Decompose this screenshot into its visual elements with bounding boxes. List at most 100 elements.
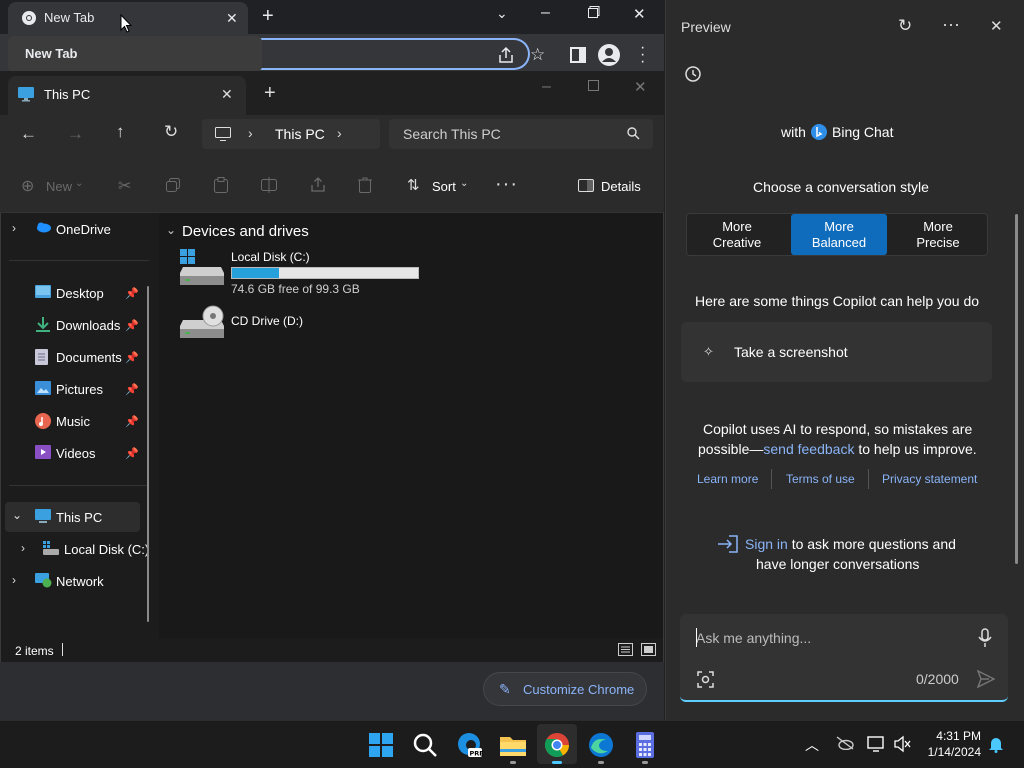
chevron-right-icon[interactable]: › [12,573,16,587]
profile-avatar[interactable] [598,44,620,66]
history-icon[interactable] [684,65,702,83]
address-bar[interactable]: › This PC › [202,119,380,149]
restore-icon[interactable] [588,6,600,18]
pin-icon[interactable]: 📌 [125,415,139,428]
search-icon[interactable] [408,728,442,762]
up-arrow-icon[interactable]: ↑ [116,122,125,142]
pin-icon[interactable]: 📌 [125,383,139,396]
chat-input-box[interactable]: Ask me anything... 0/2000 [680,614,1008,702]
close-tab-icon[interactable]: ✕ [221,86,233,103]
breadcrumb-this-pc[interactable]: This PC [275,126,325,142]
explorer-tab-this-pc[interactable]: This PC ✕ [8,76,246,115]
minimize-icon[interactable]: – [541,4,550,22]
new-tab-icon[interactable]: + [262,5,274,28]
chevron-down-icon[interactable]: ⌄ [166,223,176,237]
pin-icon[interactable]: 📌 [125,287,139,300]
file-explorer-icon[interactable] [496,728,530,762]
sidebar-item-desktop[interactable]: Desktop 📌 [1,279,141,307]
share-icon[interactable] [497,46,515,64]
style-precise-button[interactable]: More Precise [890,214,986,255]
sidebar-item-onedrive[interactable]: › OneDrive [1,215,141,243]
details-button[interactable]: Details [601,179,641,194]
privacy-statement-link[interactable]: Privacy statement [882,472,977,486]
drive-usage-fill [232,268,279,278]
style-creative-button[interactable]: More Creative [689,214,785,255]
chevron-down-icon[interactable]: ⌄ [12,508,22,522]
sign-in-link[interactable]: Sign in [745,536,788,552]
forward-arrow-icon[interactable]: → [67,124,84,144]
start-windows-icon[interactable] [364,728,398,762]
omnibox[interactable] [255,38,530,70]
chrome-menu-icon[interactable]: · · · [640,40,645,70]
new-button[interactable]: New [46,179,72,194]
more-options-icon[interactable]: ··· [495,173,518,196]
network-ethernet-icon[interactable] [867,735,887,753]
sidebar-item-downloads[interactable]: Downloads 📌 [1,311,141,339]
tab-search-icon[interactable]: ⌄ [496,5,508,22]
sidebar-item-local-disk[interactable]: › Local Disk (C:) [1,535,149,563]
send-icon[interactable] [977,670,995,688]
maximize-icon[interactable] [588,80,599,91]
close-pane-icon[interactable]: ✕ [990,17,1003,35]
customize-chrome-button[interactable]: ✎ Customize Chrome [483,672,647,706]
delete-icon[interactable] [358,177,372,193]
back-arrow-icon[interactable]: ← [20,124,37,144]
microphone-icon[interactable] [978,628,992,648]
pane-scrollbar[interactable] [1015,214,1018,564]
search-input[interactable]: Search This PC [403,126,501,142]
pin-icon[interactable]: 📌 [125,351,139,364]
bookmark-star-icon[interactable]: ☆ [530,45,545,65]
search-box[interactable]: Search This PC [389,119,653,149]
edge-icon[interactable] [584,728,618,762]
large-icons-view-icon[interactable] [641,643,656,656]
volume-muted-icon[interactable] [893,735,911,753]
paste-icon[interactable] [214,177,228,193]
new-tab-icon[interactable]: + [264,82,276,105]
chat-input[interactable]: Ask me anything... [696,630,811,646]
pin-icon[interactable]: 📌 [125,447,139,460]
show-hidden-icons-chevron-icon[interactable]: ︿ [805,735,819,755]
sidebar-item-network[interactable]: › Network [1,567,141,595]
details-view-icon[interactable] [618,643,633,656]
sidebar-item-this-pc[interactable]: ⌄ This PC [5,502,140,532]
drive-item-c[interactable]: Local Disk (C:) 74.6 GB free of 99.3 GB [179,249,429,297]
sidebar-item-documents[interactable]: Documents 📌 [1,343,141,371]
learn-more-link[interactable]: Learn more [697,472,758,486]
cut-icon[interactable]: ✂ [118,176,131,196]
refresh-icon[interactable]: ↻ [164,122,178,142]
refresh-icon[interactable]: ↻ [898,16,912,36]
sidebar-item-music[interactable]: Music 📌 [1,407,141,435]
side-panel-icon[interactable] [570,47,586,63]
share-icon[interactable] [310,177,326,193]
chevron-right-icon[interactable]: › [21,541,25,555]
breadcrumb-chevron-icon[interactable]: › [337,125,342,141]
sort-button[interactable]: Sort [432,179,456,194]
suggestion-take-screenshot[interactable]: ✧ Take a screenshot [681,322,992,382]
chrome-icon[interactable] [540,728,574,762]
minimize-icon[interactable]: – [542,78,551,96]
rename-icon[interactable] [261,177,277,193]
sidebar-item-pictures[interactable]: Pictures 📌 [1,375,141,403]
breadcrumb-chevron-icon[interactable]: › [248,125,253,141]
onedrive-offline-icon[interactable] [836,736,854,750]
close-window-icon[interactable]: ✕ [633,5,646,23]
terms-of-use-link[interactable]: Terms of use [786,472,855,486]
close-window-icon[interactable]: ✕ [634,78,647,96]
notification-bell-icon[interactable] [988,736,1004,753]
more-options-icon[interactable]: ··· [942,14,960,35]
copy-icon[interactable] [166,178,180,192]
clock-date[interactable]: 1/14/2024 [922,745,981,759]
clock-time[interactable]: 4:31 PM [926,729,981,743]
pin-icon[interactable]: 📌 [125,319,139,332]
sidebar-scrollbar[interactable] [147,286,149,622]
screenshot-capture-icon[interactable] [697,671,714,688]
send-feedback-link[interactable]: send feedback [763,441,854,457]
sidebar-item-videos[interactable]: Videos 📌 [1,439,141,467]
style-balanced-button[interactable]: More Balanced [791,214,887,255]
chevron-right-icon[interactable]: › [12,221,16,235]
calculator-icon[interactable] [628,728,662,762]
edge-preview-icon[interactable]: PRE [452,728,486,762]
close-tab-icon[interactable]: ✕ [226,10,238,27]
group-header[interactable]: Devices and drives [182,223,309,240]
drive-item-d[interactable]: CD Drive (D:) [179,305,429,345]
